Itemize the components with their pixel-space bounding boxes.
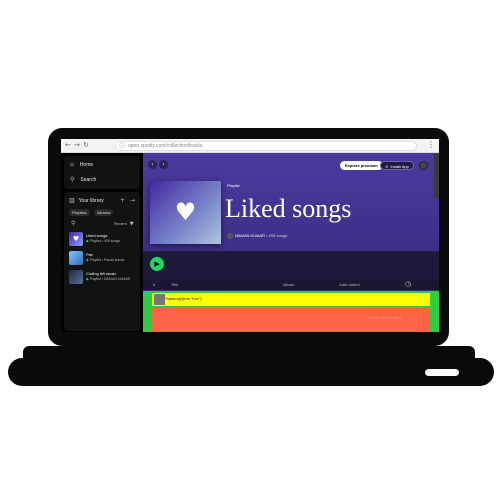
list-item-subtitle: ◆Playlist • Pavan kumar — [86, 258, 125, 262]
library-title: Your library — [78, 198, 104, 204]
playlist-header: ‹ › Explore premium ⊙ Install App ♥ Playl… — [143, 153, 439, 251]
chip-playlists[interactable]: Playlists — [69, 209, 90, 216]
table-row[interactable]: *hasbody(true:"hov") — [152, 293, 430, 306]
column-title: Title — [171, 282, 179, 287]
heart-icon: ♥ — [174, 198, 197, 226]
sidebar-item-search[interactable]: ⚲ Search — [70, 176, 96, 184]
heart-icon: ♥ — [72, 235, 80, 243]
avatar[interactable] — [419, 161, 428, 170]
install-app-button[interactable]: ⊙ Install App — [380, 161, 414, 170]
sidebar-item-label: Search — [80, 177, 97, 183]
arrow-left-icon[interactable]: ← — [65, 141, 71, 150]
sort-dropdown[interactable]: Recent ▼ — [114, 220, 134, 228]
scrollbar[interactable] — [434, 153, 439, 198]
list-item-title: Coding bill music — [86, 271, 117, 276]
table-row[interactable]: Screen Sheet Rom — [152, 307, 430, 332]
library-panel: ▥ Your library + → Playlists Albums ⚲ Rec… — [64, 192, 140, 331]
chevron-right-icon[interactable]: › — [159, 160, 168, 169]
playlist-thumbnail — [69, 270, 83, 284]
track-thumbnail — [154, 294, 165, 305]
column-album: Album — [283, 282, 295, 287]
track-title: *hasbody(true:"hov") — [165, 296, 202, 301]
playlist-cover: ♥ — [150, 181, 221, 244]
list-icon: ▼ — [129, 221, 134, 227]
search-icon[interactable]: ⚲ — [71, 220, 75, 227]
playlist-thumbnail — [69, 251, 83, 265]
chip-albums[interactable]: Albums — [94, 209, 114, 216]
library-icon: ▥ — [69, 197, 75, 204]
laptop-screen: ← → ↻ ⓘ open.spotify.com/collection/trac… — [61, 139, 439, 332]
laptop-indicator-light — [425, 369, 459, 376]
track-table-header: # Title Album Date added ◷ — [143, 280, 439, 291]
play-button[interactable]: ▶ — [150, 257, 164, 271]
list-item-subtitle: ◆Playlist • NAMAN KUMAR — [86, 277, 131, 281]
laptop-base — [8, 358, 494, 386]
address-bar[interactable]: ⓘ open.spotify.com/collection/tracks — [115, 141, 417, 151]
owner-name[interactable]: NAMAN KUMAR — [235, 233, 265, 238]
arrow-right-icon[interactable]: → — [74, 141, 80, 150]
pin-icon: ◆ — [86, 277, 89, 281]
kebab-icon[interactable]: ⋮ — [427, 140, 435, 149]
home-icon: ⌂ — [70, 161, 74, 168]
list-item-subtitle: ◆Playlist • 408 songs — [86, 239, 121, 243]
list-item-title: Liked songs — [86, 233, 108, 238]
browser-toolbar: ← → ↻ ⓘ open.spotify.com/collection/trac… — [61, 139, 439, 153]
sort-label: Recent — [114, 221, 127, 226]
column-index: # — [153, 282, 156, 287]
chevron-left-icon[interactable]: ‹ — [148, 160, 157, 169]
action-bar: ▶ — [143, 251, 439, 283]
arrow-right-icon[interactable]: → — [130, 197, 135, 204]
sidebar-item-label: Home — [79, 162, 94, 168]
clock-icon: ◷ — [405, 280, 412, 288]
page-title: Liked songs — [225, 194, 352, 223]
overlay-text: Screen Sheet Rom — [368, 315, 402, 320]
library-header[interactable]: ▥ Your library — [69, 197, 104, 205]
download-icon: ⊙ — [385, 164, 389, 169]
site-info-icon[interactable]: ⓘ — [119, 141, 125, 150]
explore-premium-button[interactable]: Explore premium — [340, 161, 383, 170]
playlist-owner: NAMAN KUMAR • 255 songs — [227, 233, 287, 239]
main-content: ‹ › Explore premium ⊙ Install App ♥ Playl… — [143, 153, 439, 332]
track-list: *hasbody(true:"hov") Screen Sheet Rom — [143, 291, 439, 332]
playlist-type-label: Playlist — [227, 183, 240, 188]
owner-avatar — [227, 233, 233, 239]
address-text: open.spotify.com/collection/tracks — [128, 143, 203, 149]
list-item-title: Pav — [86, 252, 93, 257]
song-count: • 255 songs — [266, 233, 288, 239]
list-item[interactable]: ♥ Liked songs ◆Playlist • 408 songs — [69, 232, 139, 246]
pin-icon: ◆ — [86, 258, 89, 262]
liked-songs-thumbnail: ♥ — [69, 232, 83, 246]
sidebar-item-home[interactable]: ⌂ Home — [70, 161, 93, 169]
pin-icon: ◆ — [86, 239, 89, 243]
list-item[interactable]: Coding bill music ◆Playlist • NAMAN KUMA… — [69, 270, 139, 284]
search-icon: ⚲ — [70, 176, 75, 183]
sidebar: ⌂ Home ⚲ Search ▥ Your library + → Playlist… — [61, 153, 143, 332]
list-item[interactable]: Pav ◆Playlist • Pavan kumar — [69, 251, 139, 265]
sidebar-nav: ⌂ Home ⚲ Search — [64, 156, 140, 189]
reload-icon[interactable]: ↻ — [83, 141, 89, 150]
column-date-added: Date added — [339, 282, 360, 287]
add-icon[interactable]: + — [120, 197, 125, 204]
